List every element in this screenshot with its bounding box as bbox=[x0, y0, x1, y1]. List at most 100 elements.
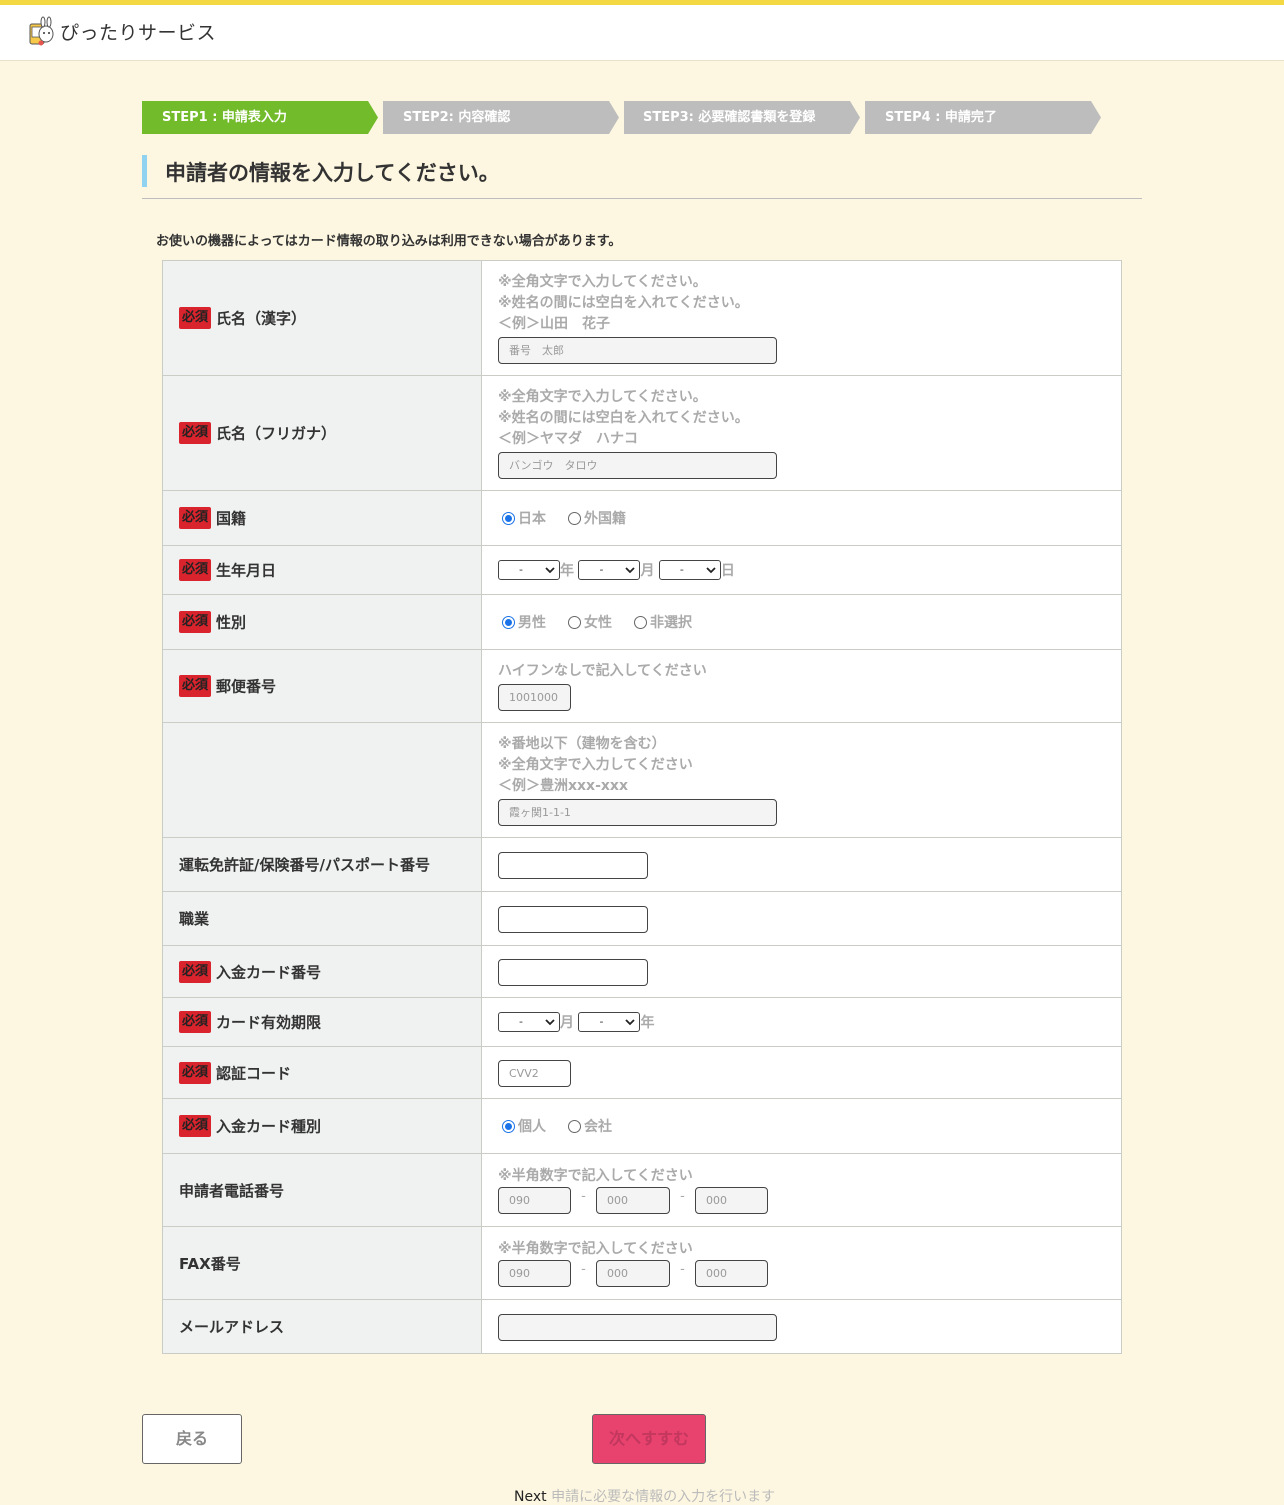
label-cell: 必須 性別 bbox=[162, 594, 482, 650]
row-cvv: 必須 認証コード CVV2 bbox=[162, 1046, 1122, 1099]
required-badge: 必須 bbox=[179, 1061, 212, 1084]
radio-female[interactable]: 女性 bbox=[564, 612, 612, 632]
field-cell bbox=[481, 837, 1122, 892]
fax-input-3[interactable]: 000 bbox=[695, 1260, 768, 1287]
label-cell: 必須 入金カード種別 bbox=[162, 1098, 482, 1154]
radio-label: 個人 bbox=[518, 1119, 546, 1135]
birth-month-select[interactable]: - bbox=[578, 560, 641, 580]
name-kana-input[interactable]: バンゴウ タロウ bbox=[498, 452, 777, 479]
radio-label: 日本 bbox=[518, 511, 546, 527]
nationality-label: 国籍 bbox=[216, 509, 247, 528]
occupation-label: 職業 bbox=[179, 910, 210, 928]
required-badge: 必須 bbox=[179, 1115, 212, 1137]
birth-year-select[interactable]: - bbox=[498, 560, 560, 580]
app-title: ぴったりサービス bbox=[60, 21, 217, 44]
fax-input-1[interactable]: 090 bbox=[498, 1260, 571, 1287]
required-badge: 必須 bbox=[179, 559, 212, 581]
step-4: STEP4 : 申請完了 bbox=[865, 101, 1101, 134]
radio-company[interactable]: 会社 bbox=[564, 1116, 612, 1136]
name-kana-label: 氏名（フリガナ） bbox=[216, 424, 337, 443]
radio-dot-selected[interactable] bbox=[502, 615, 515, 629]
birthdate-label: 生年月日 bbox=[216, 561, 277, 580]
radio-dot[interactable] bbox=[568, 615, 581, 629]
cvv-input[interactable]: CVV2 bbox=[498, 1060, 571, 1087]
card-notice: お使いの機器によってはカード情報の取り込みは利用できない場合があります。 bbox=[156, 234, 622, 249]
header: ぴったりサービス bbox=[0, 0, 1284, 61]
license-input[interactable] bbox=[498, 852, 648, 879]
field-cell: 日本 外国籍 bbox=[481, 490, 1122, 546]
hint: ＜例＞山田 花子 bbox=[498, 316, 610, 332]
card-type-label: 入金カード種別 bbox=[216, 1117, 322, 1136]
occupation-input[interactable] bbox=[498, 906, 648, 933]
radio-individual[interactable]: 個人 bbox=[498, 1116, 546, 1136]
card-expiry-label: カード有効期限 bbox=[216, 1013, 322, 1032]
row-card-expiry: 必須 カード有効期限 - 月 - 年 bbox=[162, 997, 1122, 1047]
card-number-input[interactable] bbox=[498, 959, 648, 986]
field-cell bbox=[481, 1299, 1122, 1354]
step-2-label: STEP2: 内容確認 bbox=[403, 110, 511, 125]
page-heading: 申請者の情報を入力してください。 bbox=[142, 155, 1142, 199]
radio-dot[interactable] bbox=[634, 615, 647, 629]
radio-unselected[interactable]: 非選択 bbox=[630, 612, 692, 632]
email-input[interactable] bbox=[498, 1314, 777, 1341]
field-cell: 男性 女性 非選択 bbox=[481, 594, 1122, 650]
field-cell: ※半角数字で記入してください 090-000-000 bbox=[481, 1226, 1122, 1300]
expiry-month-select[interactable]: - bbox=[498, 1012, 560, 1032]
radio-dot-selected[interactable] bbox=[502, 511, 515, 525]
step-3-label: STEP3: 必要確認書類を登録 bbox=[643, 110, 816, 125]
unit-year: 年 bbox=[560, 563, 574, 579]
email-label: メールアドレス bbox=[179, 1318, 285, 1336]
step-2: STEP2: 内容確認 bbox=[383, 101, 619, 134]
radio-dot[interactable] bbox=[568, 511, 581, 525]
field-cell: 個人 会社 bbox=[481, 1098, 1122, 1154]
applicant-form: 必須 氏名（漢字） ※全角文字で入力してください。 ※姓名の間には空白を入れてくだ… bbox=[162, 260, 1122, 1354]
row-postal: 必須 郵便番号 ハイフンなしで記入してください 1001000 bbox=[162, 649, 1122, 723]
back-button[interactable]: 戻る bbox=[142, 1414, 242, 1464]
chevron-down-icon bbox=[545, 1019, 555, 1026]
label-cell: 職業 bbox=[162, 891, 482, 946]
select-value: - bbox=[599, 1015, 604, 1028]
cvv-label: 認証コード bbox=[216, 1064, 292, 1082]
phone-input-2[interactable]: 000 bbox=[596, 1187, 670, 1214]
phone-input-3[interactable]: 000 bbox=[695, 1187, 768, 1214]
radio-label: 外国籍 bbox=[584, 511, 626, 527]
row-birthdate: 必須 生年月日 - 年 - 月 - 日 bbox=[162, 545, 1122, 595]
unit-month: 月 bbox=[640, 563, 655, 579]
postal-input[interactable]: 1001000 bbox=[498, 684, 571, 711]
separator: - bbox=[581, 1189, 586, 1204]
label-cell: 必須 郵便番号 bbox=[162, 649, 482, 723]
next-button[interactable]: 次へすすむ bbox=[592, 1414, 706, 1464]
label-cell: FAX番号 bbox=[162, 1226, 482, 1300]
radio-foreign[interactable]: 外国籍 bbox=[564, 508, 626, 528]
field-cell: ※全角文字で入力してください。 ※姓名の間には空白を入れてください。 ＜例＞ヤマ… bbox=[481, 375, 1122, 491]
hint: ※全角文字で入力してください。 bbox=[498, 274, 707, 290]
logo[interactable]: ぴったりサービス bbox=[28, 16, 216, 46]
footnote-text: 申請に必要な情報の入力を行います bbox=[551, 1489, 776, 1505]
label-cell: 必須 氏名（漢字） bbox=[162, 260, 482, 376]
hint: ※全角文字で入力してください bbox=[498, 757, 693, 773]
row-address: ※番地以下（建物を含む） ※全角文字で入力してください ＜例＞豊洲xxx-xxx… bbox=[162, 722, 1122, 838]
radio-dot-selected[interactable] bbox=[502, 1119, 515, 1133]
radio-dot[interactable] bbox=[568, 1119, 581, 1133]
row-fax: FAX番号 ※半角数字で記入してください 090-000-000 bbox=[162, 1226, 1122, 1300]
radio-label: 男性 bbox=[518, 615, 546, 631]
radio-label: 女性 bbox=[584, 615, 612, 631]
required-badge: 必須 bbox=[179, 1011, 212, 1033]
address-input[interactable]: 霞ヶ関1-1-1 bbox=[498, 799, 777, 826]
radio-japan[interactable]: 日本 bbox=[498, 508, 546, 528]
page-title: 申請者の情報を入力してください。 bbox=[165, 161, 500, 185]
radio-male[interactable]: 男性 bbox=[498, 612, 546, 632]
hint: ※姓名の間には空白を入れてください。 bbox=[498, 410, 749, 426]
fax-input-2[interactable]: 000 bbox=[596, 1260, 670, 1287]
hint: ＜例＞豊洲xxx-xxx bbox=[498, 778, 628, 794]
footnote: Next 申請に必要な情報の入力を行います bbox=[514, 1486, 775, 1505]
birth-day-select[interactable]: - bbox=[658, 560, 721, 580]
step-3: STEP3: 必要確認書類を登録 bbox=[624, 101, 860, 134]
phone-input-1[interactable]: 090 bbox=[498, 1187, 571, 1214]
name-kanji-input[interactable]: 番号 太郎 bbox=[498, 337, 777, 364]
fax-label: FAX番号 bbox=[179, 1254, 241, 1273]
required-badge: 必須 bbox=[179, 611, 212, 633]
chevron-down-icon bbox=[625, 567, 636, 574]
radio-label: 会社 bbox=[584, 1119, 612, 1135]
expiry-year-select[interactable]: - bbox=[578, 1012, 641, 1032]
